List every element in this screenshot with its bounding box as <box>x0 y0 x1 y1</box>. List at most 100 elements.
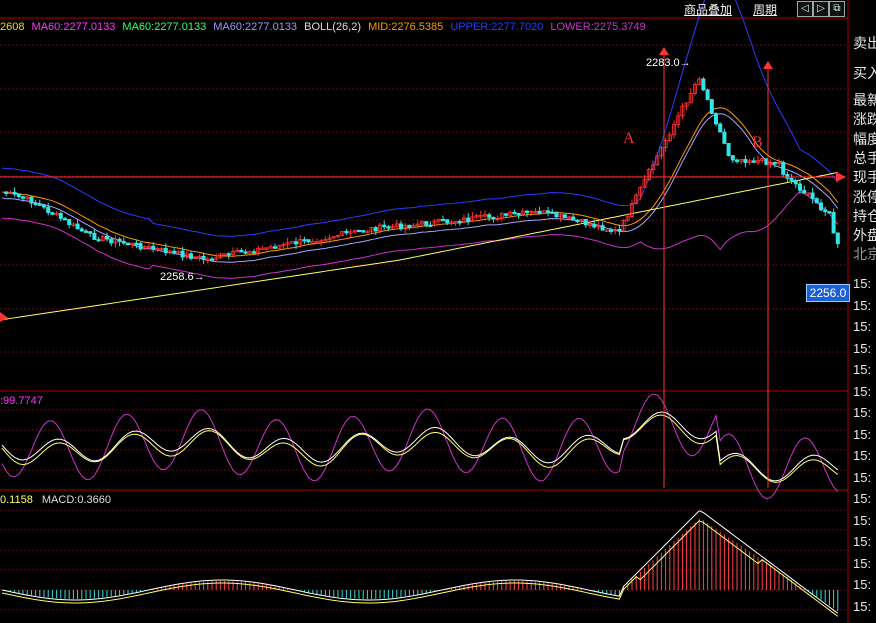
sidebar-time: 15: <box>853 297 872 313</box>
sidebar-label: 最新 <box>853 92 876 108</box>
legend-upper: UPPER:2277.7020 <box>450 21 544 33</box>
legend-ma60-a: MA60:2277.0133 <box>31 21 116 33</box>
macd-dif: 0.1158 <box>0 494 33 506</box>
candle-body <box>516 212 521 216</box>
candle-body <box>398 223 403 230</box>
candles <box>4 77 840 264</box>
candle-body <box>827 211 832 214</box>
overlay-button[interactable]: 商品叠加 <box>684 1 732 18</box>
sidebar-label: 幅度 <box>853 130 876 147</box>
candle-body <box>583 219 588 226</box>
candle-body <box>440 218 445 222</box>
candle-body <box>457 221 462 224</box>
prev-icon[interactable]: ◁ <box>797 1 813 17</box>
candle-body <box>260 247 265 251</box>
candle-body <box>84 230 89 233</box>
sidebar-time: 15: <box>853 340 872 356</box>
candle-body <box>743 158 748 163</box>
candle-body <box>550 211 555 214</box>
candle-body <box>546 210 551 213</box>
kline-chart[interactable] <box>0 0 876 623</box>
candle-body <box>428 224 433 228</box>
sidebar-time: 15: <box>853 426 872 442</box>
candle-body <box>50 212 55 215</box>
kdj-legend: :99.7747 <box>0 395 43 407</box>
restore-icon[interactable]: ⧉ <box>829 1 845 17</box>
candle-body <box>735 159 740 162</box>
sidebar-label: 涨跌 <box>853 111 876 128</box>
candle-body <box>42 204 47 208</box>
candle-body <box>302 239 307 242</box>
candle-body <box>730 155 735 161</box>
low-annotation: 2258.6→ <box>160 271 205 283</box>
sidebar-time: 15: <box>853 512 872 528</box>
candle-body <box>126 242 131 246</box>
candle-body <box>96 239 101 242</box>
period-button[interactable]: 周期 <box>753 1 777 18</box>
candle-body <box>705 89 710 100</box>
sidebar-time: 15: <box>853 448 872 463</box>
candle-body <box>424 221 429 226</box>
legend-boll: BOLL(26,2) <box>304 21 361 33</box>
candle-body <box>491 216 496 220</box>
arrow-left-marker-icon <box>0 312 8 322</box>
candle-body <box>172 250 177 254</box>
candle-body <box>382 224 387 228</box>
kdj-value: :99.7747 <box>0 395 43 407</box>
candle-body <box>188 253 193 259</box>
candle-body <box>407 224 412 228</box>
candle-body <box>63 218 68 221</box>
macd-histogram <box>1 510 839 617</box>
legend-ma60-b: MA60:2277.0133 <box>122 21 207 33</box>
sidebar-label: 买入 <box>853 65 876 81</box>
mark-a: A <box>623 130 635 147</box>
candle-body <box>58 213 63 219</box>
candle-body <box>272 246 277 249</box>
macd-value: MACD:0.3660 <box>41 494 111 506</box>
legend-mid: MID:2276.5385 <box>368 21 444 33</box>
candle-body <box>600 225 605 231</box>
sidebar-time: 15: <box>853 276 872 291</box>
candle-body <box>487 214 492 218</box>
boll-mid-line <box>1 107 839 257</box>
candle-body <box>512 211 517 215</box>
top-toolbar: 商品叠加 周期 ◁ ▷ ⧉ <box>0 0 876 18</box>
sidebar-time: 15: <box>853 534 872 549</box>
candle-body <box>722 131 727 144</box>
ma60-line <box>1 171 838 321</box>
candle-body <box>814 198 819 204</box>
sidebar-label: 现手 <box>853 169 876 186</box>
candle-body <box>33 202 38 206</box>
overlays <box>0 47 846 488</box>
candle-body <box>251 251 256 254</box>
candle-body <box>571 216 576 221</box>
candle-body <box>306 239 311 243</box>
candle-body <box>356 229 361 233</box>
candle-body <box>79 228 84 232</box>
candle-body <box>46 206 51 214</box>
sidebar-time: 15: <box>853 491 872 506</box>
kdj-d-line <box>1 414 839 483</box>
candle-body <box>4 191 9 195</box>
legend-lower: LOWER:2275.3749 <box>550 21 646 33</box>
candle-body <box>726 143 731 156</box>
candle-body <box>201 255 206 260</box>
candle-body <box>75 223 80 230</box>
candle-body <box>209 258 214 261</box>
arrow-up-icon <box>763 61 773 69</box>
candle-body <box>20 196 25 199</box>
next-icon[interactable]: ▷ <box>813 1 829 17</box>
candle-body <box>180 250 185 258</box>
macd-dea-line <box>1 520 839 617</box>
sidebar-label: 涨停 <box>853 188 876 205</box>
macd-legend: 0.1158 MACD:0.3660 <box>0 494 111 506</box>
candle-body <box>751 160 756 163</box>
quote-sidebar: 卖出 买入 最新 涨跌 幅度 总手 现手 涨停 持仓 外盘 北京 15: 15: 15: 15: 15: 15:… <box>850 0 876 623</box>
arrow-up-icon <box>659 47 669 55</box>
candle-body <box>310 241 315 244</box>
candle-body <box>714 113 719 125</box>
candle-body <box>802 189 807 194</box>
candle-body <box>810 192 815 199</box>
legend-ma60-c: MA60:2277.0133 <box>213 21 298 33</box>
candle-body <box>617 229 622 232</box>
